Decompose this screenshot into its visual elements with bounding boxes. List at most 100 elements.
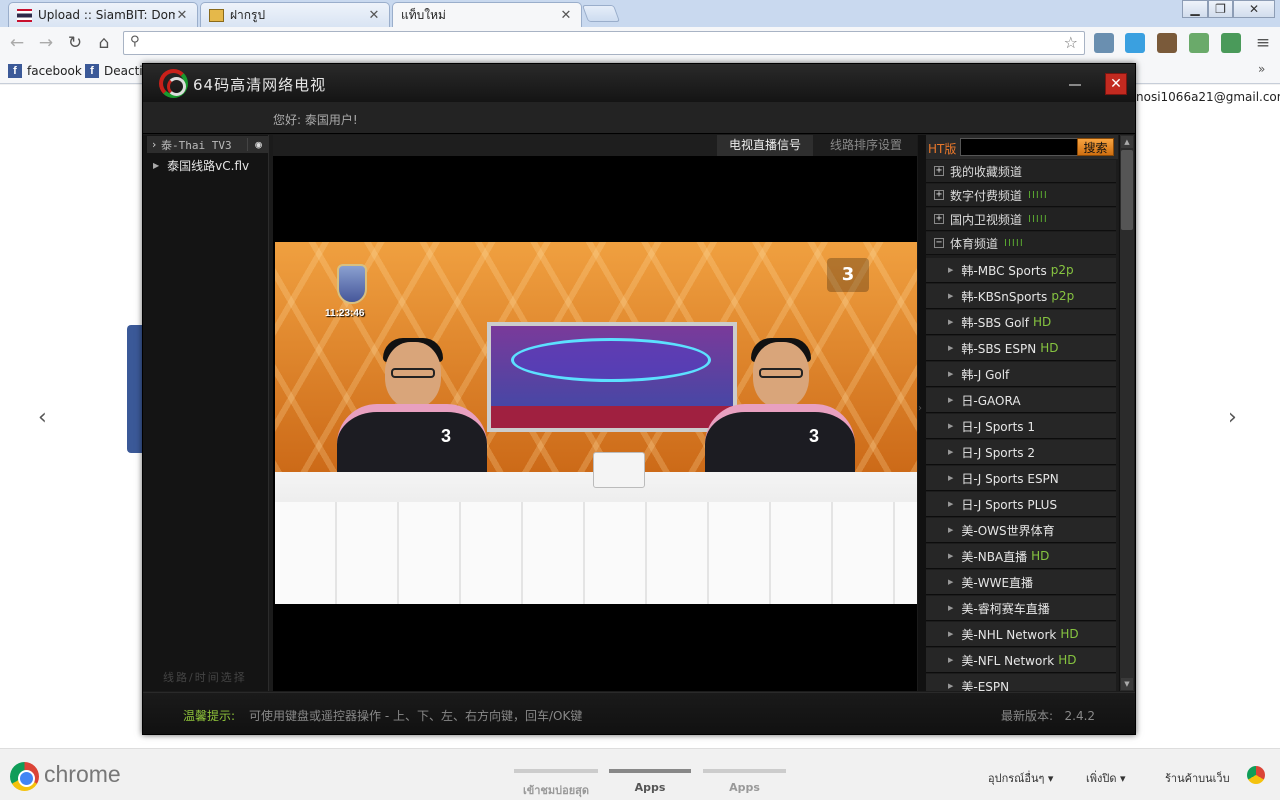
back-icon[interactable]: ←	[7, 33, 27, 53]
channel-tag: HD	[1058, 653, 1077, 667]
channel-item[interactable]: ▶ 日-J Sports ESPN	[926, 466, 1116, 491]
tab-new-tab[interactable]: แท็บใหม่ ✕	[392, 2, 582, 27]
greeting-bar: 您好: 泰国用户!	[143, 102, 1135, 134]
channel-name: 美-WWE直播	[961, 575, 1034, 590]
line-label: 泰国线路vC.flv	[167, 159, 250, 173]
crest-logo	[337, 264, 367, 304]
channel-item[interactable]: ▶ 美-NFL Network HD	[926, 648, 1116, 673]
tab-strip: Upload :: SiamBIT: Domains T ✕ ฝากรูป ✕ …	[0, 0, 1280, 27]
ntp-tab-apps[interactable]: Apps	[609, 769, 691, 794]
channel-item[interactable]: ▶ 韩-SBS ESPN HD	[926, 336, 1116, 361]
video-frame[interactable]: 11:23:46 3 3 3	[275, 242, 917, 604]
expand-icon[interactable]: +	[934, 166, 944, 176]
collapse-icon[interactable]: −	[934, 238, 944, 248]
panel-divider[interactable]: ›	[918, 135, 926, 691]
triangle-right-icon: ▶	[153, 161, 160, 170]
channel-item[interactable]: ▶ 美-NHL Network HD	[926, 622, 1116, 647]
category-row[interactable]: + 我的收藏频道	[926, 160, 1116, 183]
expand-icon[interactable]: +	[934, 214, 944, 224]
omnibox[interactable]: ⚲ ☆	[123, 31, 1085, 55]
search-button[interactable]: 搜索	[1077, 138, 1114, 156]
category-row[interactable]: − 体育频道 IIIII	[926, 232, 1116, 255]
scroll-down-icon[interactable]: ▼	[1121, 678, 1133, 690]
home-icon[interactable]: ⌂	[94, 33, 114, 53]
line-time-select[interactable]: 线路/时间选择	[163, 669, 247, 685]
bookmark-star-icon[interactable]: ☆	[1064, 33, 1078, 52]
other-devices-menu[interactable]: อุปกรณ์อื่นๆ ▾	[988, 769, 1053, 787]
tab-upload-image[interactable]: ฝากรูป ✕	[200, 2, 390, 27]
bookmark-facebook[interactable]: f facebook	[8, 63, 82, 79]
channel-item[interactable]: ▶ 美-睿柯赛车直播	[926, 596, 1116, 621]
channel-item[interactable]: ▶ 韩-SBS Golf HD	[926, 310, 1116, 335]
category-label: 数字付费频道	[950, 188, 1023, 203]
channel-item[interactable]: ▶ 美-WWE直播	[926, 570, 1116, 595]
web-store-icon[interactable]	[1247, 766, 1265, 784]
eye-icon[interactable]: ◉	[247, 138, 269, 151]
chevron-right-icon[interactable]: ›	[147, 138, 161, 151]
channel-list-scrollbar[interactable]: ▲ ▼	[1119, 135, 1134, 691]
channel-name: 日-J Sports 1	[961, 419, 1035, 434]
channel-item[interactable]: ▶ 韩-J Golf	[926, 362, 1116, 387]
category-row[interactable]: + 国内卫视频道 IIIII	[926, 208, 1116, 231]
new-tab-button[interactable]	[581, 5, 621, 22]
channel-search-input[interactable]	[960, 138, 1078, 156]
channel-item[interactable]: ▶ 日-GAORA	[926, 388, 1116, 413]
channel-item[interactable]: ▶ 美-NBA直播 HD	[926, 544, 1116, 569]
host-right: 3	[705, 338, 855, 484]
extension-calendar-icon[interactable]	[1094, 33, 1114, 53]
line-item[interactable]: ▶ 泰国线路vC.flv	[147, 157, 249, 174]
reload-icon[interactable]: ↻	[65, 33, 85, 53]
channel-item[interactable]: ▶ 日-J Sports PLUS	[926, 492, 1116, 517]
tv-logo-icon	[159, 69, 188, 98]
greeting-text: 您好: 泰国用户!	[273, 113, 358, 127]
scroll-up-icon[interactable]: ▲	[1121, 136, 1133, 148]
instagram-icon[interactable]	[1157, 33, 1177, 53]
channel-item[interactable]: ▶ 美-OWS世界体育	[926, 518, 1116, 543]
extension-grid-icon[interactable]	[1189, 33, 1209, 53]
web-store-link[interactable]: ร้านค้าบนเว็บ	[1165, 769, 1230, 787]
channel-item[interactable]: ▶ 日-J Sports 2	[926, 440, 1116, 465]
next-page-arrow[interactable]: ›	[1228, 405, 1237, 430]
triangle-right-icon: ▶	[948, 318, 954, 326]
maximize-window-button[interactable]: ❐	[1208, 0, 1233, 18]
channel-name: 日-GAORA	[961, 393, 1021, 408]
recently-closed-menu[interactable]: เพิ่งปิด ▾	[1086, 769, 1126, 787]
scroll-thumb[interactable]	[1121, 150, 1133, 230]
tv-close-button[interactable]: ✕	[1105, 73, 1127, 95]
host-left: 3	[337, 338, 487, 484]
close-tab-icon[interactable]: ✕	[367, 8, 381, 23]
forward-icon[interactable]: →	[36, 33, 56, 53]
more-bookmarks-icon[interactable]: »	[1258, 62, 1265, 76]
channel-name: 美-NBA直播	[961, 549, 1028, 564]
channel-name: 韩-J Golf	[961, 367, 1010, 382]
menu-icon[interactable]: ≡	[1253, 33, 1273, 53]
close-window-button[interactable]: ✕	[1233, 0, 1275, 18]
twitter-icon[interactable]	[1125, 33, 1145, 53]
channel-name: 日-J Sports ESPN	[961, 471, 1059, 486]
expand-icon[interactable]: +	[934, 190, 944, 200]
category-label: 体育频道	[950, 236, 999, 251]
channel-item[interactable]: ▶ 韩-KBSnSports p2p	[926, 284, 1116, 309]
close-tab-icon[interactable]: ✕	[175, 8, 189, 23]
extension-map-icon[interactable]	[1221, 33, 1241, 53]
ntp-tab-most-visited[interactable]: เข้าชมบ่อยสุด	[514, 769, 598, 799]
bookmark-deactivate[interactable]: f Deactiv	[85, 63, 150, 79]
tab-title: ฝากรูป	[230, 7, 266, 22]
channel-item[interactable]: ▶ 美-ESPN	[926, 674, 1116, 691]
category-row[interactable]: + 数字付费频道 IIIII	[926, 184, 1116, 207]
prev-page-arrow[interactable]: ‹	[38, 405, 47, 430]
channel-tag: HD	[1040, 341, 1059, 355]
tab-siambit[interactable]: Upload :: SiamBIT: Domains T ✕	[8, 2, 198, 27]
tab-line-sort-settings[interactable]: 线路排序设置	[818, 135, 914, 156]
app-tile-facebook[interactable]	[127, 325, 143, 453]
minimize-window-button[interactable]: ▁	[1182, 0, 1208, 18]
ntp-footer: chrome เข้าชมบ่อยสุด Apps Apps อุปกรณ์อื…	[0, 748, 1280, 800]
tv-minimize-button[interactable]	[1069, 84, 1081, 86]
channel-item[interactable]: ▶ 日-J Sports 1	[926, 414, 1116, 439]
close-tab-icon[interactable]: ✕	[559, 8, 573, 23]
ntp-tab-apps-2[interactable]: Apps	[703, 769, 786, 794]
tablet-stand	[593, 452, 645, 488]
channel-item[interactable]: ▶ 韩-MBC Sports p2p	[926, 258, 1116, 283]
tab-live-signal[interactable]: 电视直播信号	[717, 135, 814, 156]
triangle-right-icon: ▶	[948, 266, 954, 274]
